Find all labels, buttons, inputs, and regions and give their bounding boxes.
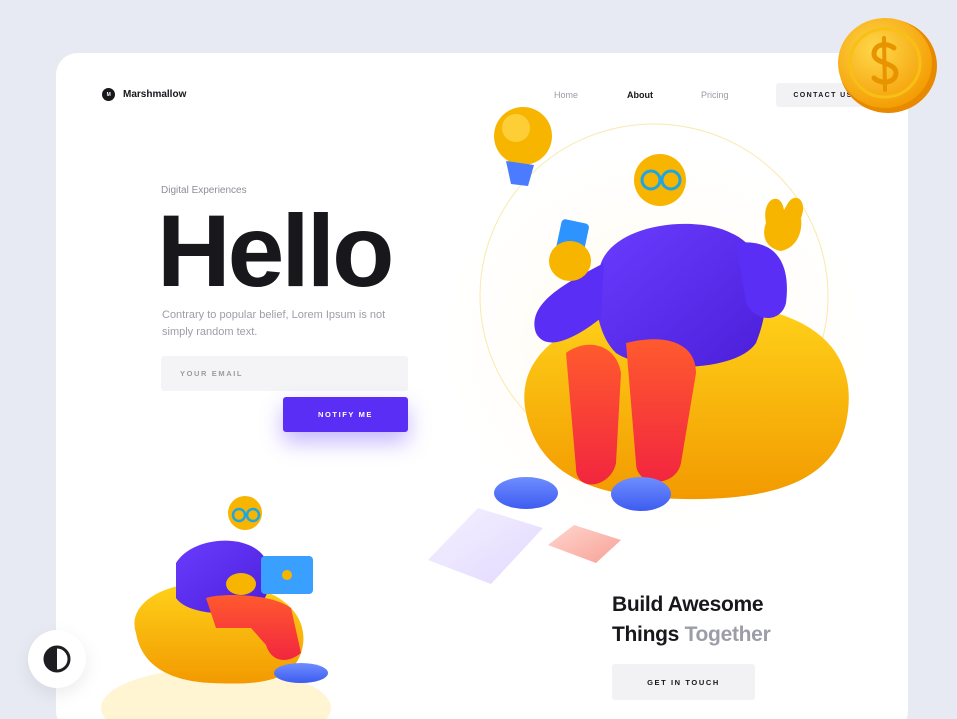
theme-toggle-button[interactable]	[28, 630, 86, 688]
email-input[interactable]: YOUR EMAIL	[161, 356, 408, 391]
dollar-coin-icon	[838, 18, 937, 113]
cta-heading-accent: Together	[684, 623, 771, 646]
cta-heading-line2: Things Together	[612, 620, 771, 650]
half-circle-contrast-icon	[43, 645, 71, 673]
get-in-touch-button[interactable]: GET IN TOUCH	[612, 664, 755, 700]
email-placeholder: YOUR EMAIL	[180, 369, 244, 378]
hero-subtitle: Contrary to popular belief, Lorem Ipsum …	[162, 309, 386, 338]
hero-title: Hello	[157, 194, 394, 308]
cta-heading-line2-main: Things	[612, 623, 685, 646]
notify-me-button[interactable]: NOTIFY ME	[283, 397, 408, 432]
cta-heading: Build Awesome Things Together	[612, 590, 771, 650]
cta-heading-line1: Build Awesome	[612, 593, 764, 616]
landing-card: M Marshmallow Home About Pricing CONTACT…	[56, 53, 908, 719]
